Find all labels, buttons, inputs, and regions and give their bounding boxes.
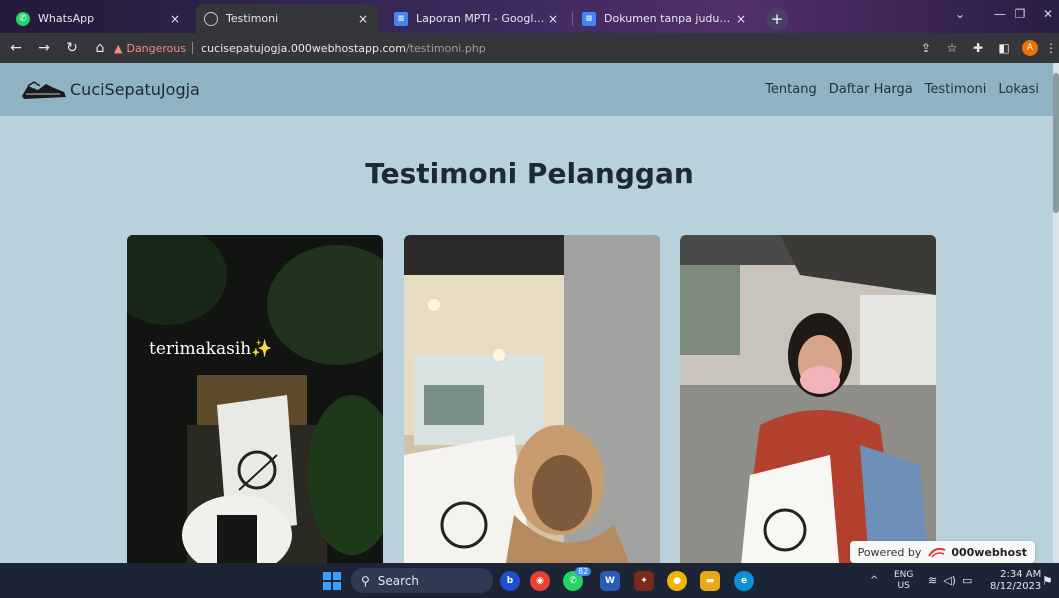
google-docs-icon: ≡: [394, 11, 408, 26]
reload-icon[interactable]: ↻: [60, 40, 84, 56]
whatsapp-icon: ✆: [16, 11, 30, 26]
shoe-logo-icon: [22, 80, 66, 99]
close-icon[interactable]: ×: [733, 12, 749, 26]
system-icons[interactable]: ≋ ◁) ▭: [928, 563, 972, 598]
nav-lokasi[interactable]: Lokasi: [998, 82, 1039, 97]
bookmark-star-icon[interactable]: ☆: [939, 41, 965, 55]
powered-by-badge[interactable]: Powered by 000webhost: [849, 541, 1035, 563]
url-host: cucisepatujogja.000webhostapp.com: [201, 41, 406, 55]
brand-link[interactable]: CuciSepatuJogja: [20, 78, 200, 102]
badge-brand: 000webhost: [951, 545, 1027, 559]
side-panel-icon[interactable]: ◧: [991, 41, 1017, 55]
notification-badge: 82: [575, 567, 592, 576]
testimonial-photo-3: [680, 235, 936, 563]
taskbar-search-label: Search: [377, 573, 420, 588]
word-icon[interactable]: W: [600, 571, 620, 591]
clock-time: 2:34 AM: [1000, 568, 1042, 580]
tab-title: Laporan MPTI - Google Dokumen: [416, 12, 545, 25]
home-icon[interactable]: ⌂: [88, 40, 112, 56]
browser-toolbar: ← → ↻ ⌂ ▲ Dangerous cucisepatujogja.000w…: [0, 33, 1059, 63]
page-scrollbar[interactable]: [1053, 63, 1059, 563]
language-bottom: US: [897, 580, 910, 591]
testimonial-card-2: [404, 235, 660, 563]
windows-taskbar: ⚲ Search b ◉ ✆ 82 W ✦ ● ▬ e ^ ENG US ≋ ◁…: [0, 563, 1059, 598]
000webhost-logo-icon: [928, 547, 946, 558]
chrome-icon[interactable]: ●: [667, 571, 687, 591]
nav-daftar-harga[interactable]: Daftar Harga: [829, 82, 913, 97]
warning-icon: ▲: [114, 41, 123, 55]
clock[interactable]: 2:34 AM 8/12/2023: [990, 563, 1041, 598]
profile-avatar[interactable]: A: [1022, 40, 1038, 56]
close-icon[interactable]: ×: [355, 12, 371, 26]
tab-search-chevron-icon[interactable]: ⌄: [940, 0, 980, 28]
page-title: Testimoni Pelanggan: [365, 157, 694, 190]
testimonial-card-3: [680, 235, 936, 563]
card-overlay-text: terimakasih✨: [149, 339, 273, 359]
more-menu-icon[interactable]: ⋮: [1043, 41, 1059, 55]
wifi-icon: ≋: [928, 574, 938, 587]
nav-testimoni[interactable]: Testimoni: [925, 82, 987, 97]
back-arrow-icon[interactable]: ←: [4, 40, 28, 56]
file-explorer-icon[interactable]: ▬: [700, 571, 720, 591]
notification-icon[interactable]: ⚑: [1042, 563, 1053, 598]
tab-title: Dokumen tanpa judul - Google Dokumen: [604, 12, 733, 25]
scrollbar-thumb[interactable]: [1053, 73, 1059, 213]
page-viewport: CuciSepatuJogja Tentang Daftar Harga Tes…: [0, 63, 1059, 563]
search-icon: ⚲: [361, 573, 370, 588]
clock-date: 8/12/2023: [990, 580, 1042, 592]
close-icon[interactable]: ×: [545, 12, 561, 26]
tab-dokumen-tanpa-judul[interactable]: ≡ Dokumen tanpa judul - Google Dokumen ×: [574, 4, 757, 33]
tab-whatsapp[interactable]: ✆ WhatsApp ×: [8, 4, 191, 33]
testimonial-card-1: terimakasih✨: [127, 235, 383, 563]
security-status[interactable]: Dangerous: [126, 42, 186, 55]
toolbar-actions: ⇪ ☆ ✚ ◧ A ⋮: [913, 33, 1059, 63]
globe-icon: [204, 11, 218, 26]
bing-icon[interactable]: b: [500, 571, 520, 591]
chrome-canary-icon[interactable]: ◉: [530, 571, 550, 591]
language-top: ENG: [894, 569, 914, 580]
tab-testimoni[interactable]: Testimoni ×: [196, 4, 379, 33]
address-bar[interactable]: ▲ Dangerous cucisepatujogja.000webhostap…: [114, 37, 904, 59]
close-window-button[interactable]: ✕: [1028, 0, 1059, 28]
extensions-puzzle-icon[interactable]: ✚: [965, 41, 991, 55]
taskbar-search[interactable]: ⚲ Search: [351, 568, 493, 593]
edge-icon[interactable]: e: [734, 571, 754, 591]
google-docs-icon: ≡: [582, 11, 596, 26]
new-tab-button[interactable]: +: [766, 8, 788, 30]
share-icon[interactable]: ⇪: [913, 41, 939, 55]
badge-prefix: Powered by: [857, 545, 922, 559]
nav-links: Tentang Daftar Harga Testimoni Lokasi: [765, 63, 1039, 116]
url-path: /testimoni.php: [406, 41, 486, 55]
battery-icon: ▭: [961, 574, 973, 587]
site-navbar: CuciSepatuJogja Tentang Daftar Harga Tes…: [0, 63, 1059, 116]
volume-icon: ◁): [943, 574, 956, 587]
close-icon[interactable]: ×: [167, 12, 183, 26]
tray-chevron-icon[interactable]: ^: [870, 563, 878, 598]
tab-title: Testimoni: [226, 12, 279, 25]
nav-tentang[interactable]: Tentang: [765, 82, 817, 97]
game-app-icon[interactable]: ✦: [634, 571, 654, 591]
forward-arrow-icon[interactable]: →: [32, 40, 56, 56]
tab-laporan-mpti[interactable]: ≡ Laporan MPTI - Google Dokumen ×: [386, 4, 569, 33]
brand-name: CuciSepatuJogja: [70, 80, 200, 99]
omnibox-divider: [192, 42, 194, 54]
browser-tab-strip: ✆ WhatsApp × Testimoni × ≡ Laporan MPTI …: [0, 0, 1059, 33]
windows-start-icon[interactable]: [323, 572, 341, 590]
testimonial-photo-1: [127, 235, 383, 563]
testimonial-photo-2: [404, 235, 660, 563]
tab-title: WhatsApp: [38, 12, 95, 25]
language-indicator[interactable]: ENG US: [894, 563, 913, 598]
tab-divider: [572, 12, 573, 26]
